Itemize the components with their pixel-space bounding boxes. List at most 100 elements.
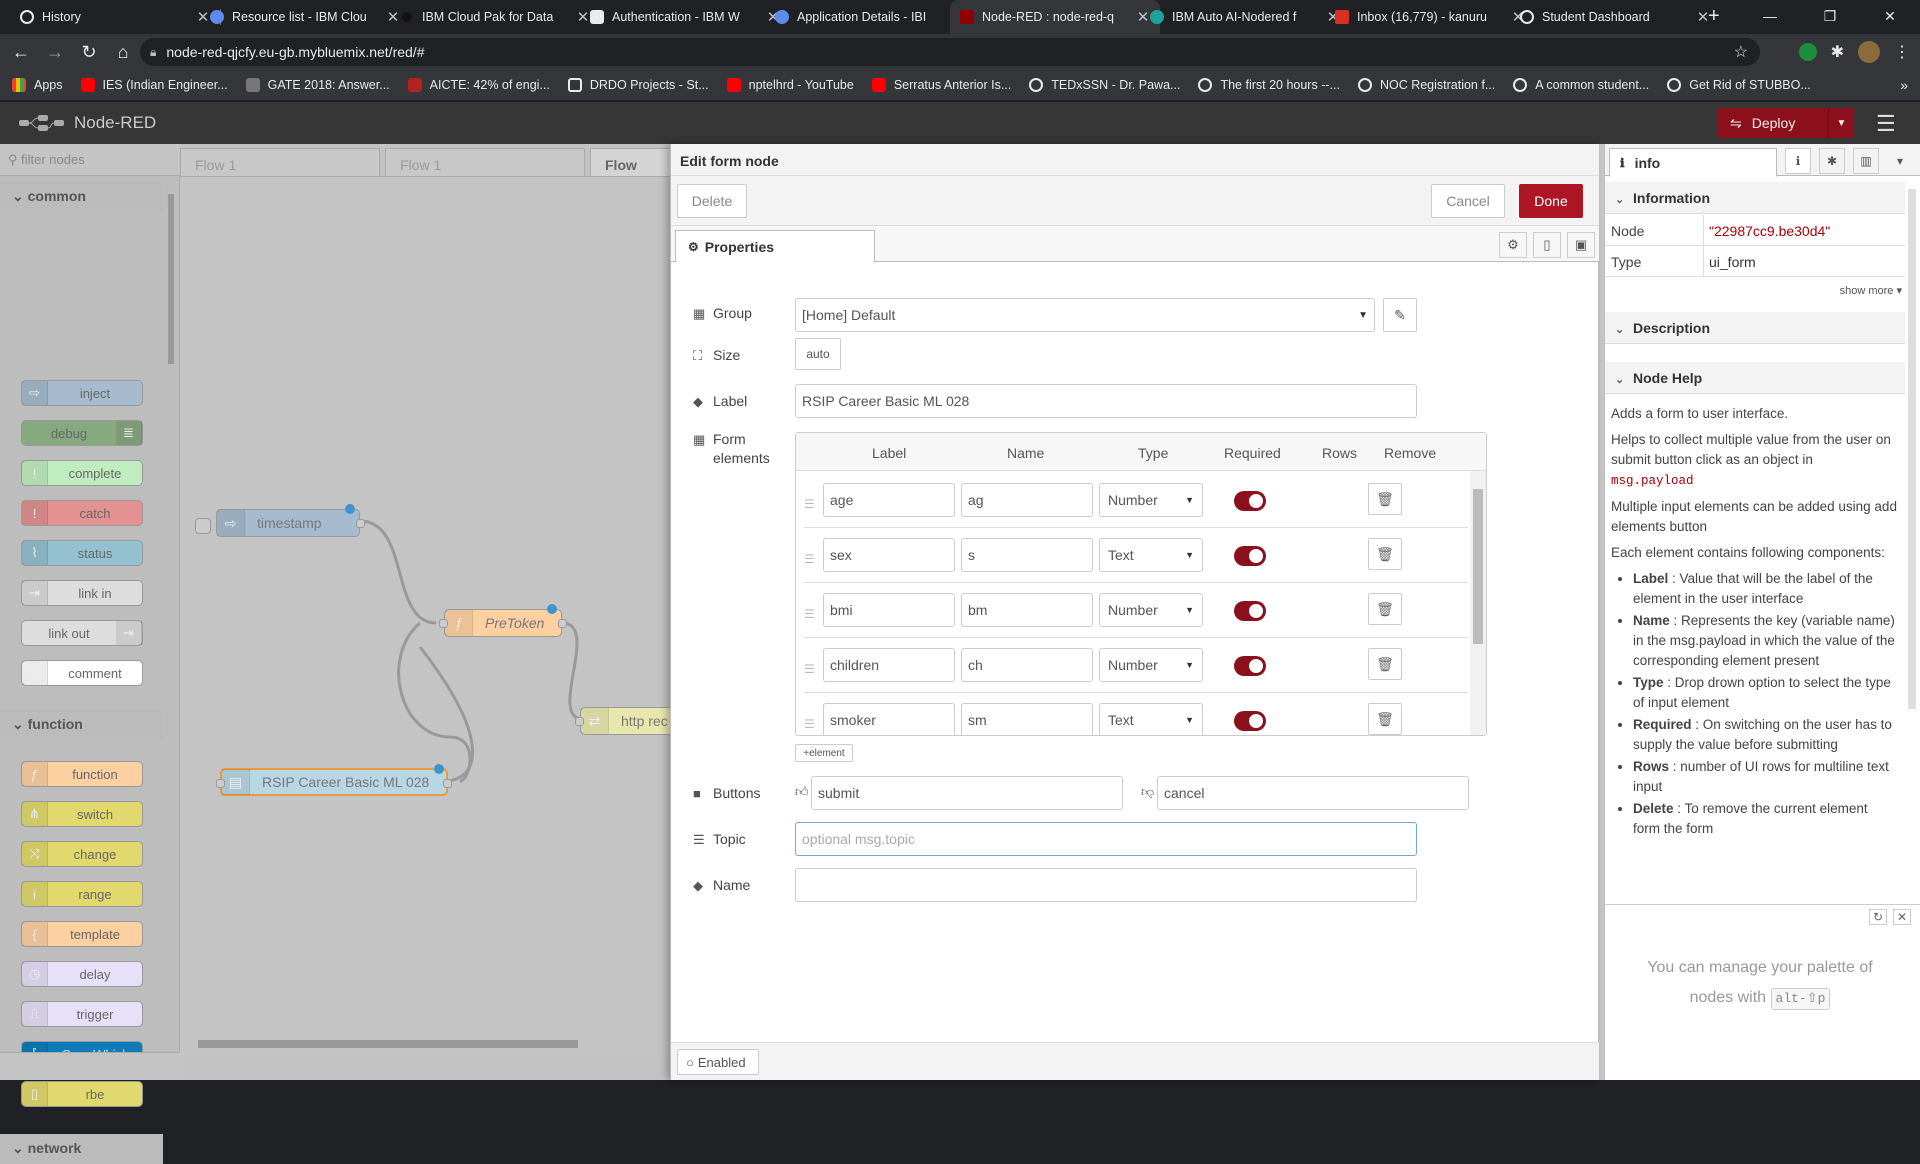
palette-node-status[interactable]: ⌇ status xyxy=(21,540,143,566)
delete-button[interactable]: Delete xyxy=(677,184,747,218)
palette-node-inject[interactable]: ⇨ inject xyxy=(21,380,143,406)
flow-canvas[interactable]: ⇨ timestamp ƒ PreToken ▤ RSIP Career Basic … xyxy=(180,176,700,1056)
label-input[interactable]: RSIP Career Basic ML 028 xyxy=(795,384,1417,418)
submit-button-input[interactable]: submit xyxy=(811,776,1123,810)
flow-node-pretoken[interactable]: ƒ PreToken xyxy=(439,604,567,637)
bookmark-item[interactable]: TEDxSSN - Dr. Pawa... xyxy=(1029,78,1180,92)
element-name-input[interactable]: sm xyxy=(961,703,1093,735)
info-tab-icon[interactable]: ℹ xyxy=(1785,148,1811,174)
drag-handle-icon[interactable]: ☰ xyxy=(804,607,816,621)
reload-icon[interactable]: ↻ xyxy=(76,42,102,63)
address-bar[interactable]: 🔒︎ node-red-qjcfy.eu-gb.mybluemix.net/re… xyxy=(140,38,1760,66)
palette-node-switch[interactable]: ⋔ switch xyxy=(21,801,143,827)
bookmark-apps[interactable]: Apps xyxy=(12,78,63,92)
required-toggle[interactable] xyxy=(1234,711,1266,731)
element-name-input[interactable]: s xyxy=(961,538,1093,572)
bookmark-item[interactable]: IES (Indian Engineer... xyxy=(80,78,228,92)
avatar[interactable] xyxy=(1858,41,1880,63)
restore-icon[interactable]: ❐ xyxy=(1800,0,1860,34)
tab-inbox[interactable]: Inbox (16,779) - kanuru ✕ xyxy=(1325,0,1535,34)
trash-icon[interactable]: 🗑︎ xyxy=(1368,538,1402,570)
drag-handle-icon[interactable]: ☰ xyxy=(804,497,816,511)
element-label-input[interactable]: sex xyxy=(823,538,955,572)
browser-menu-icon[interactable]: ⋮ xyxy=(1894,42,1910,62)
element-type-select[interactable]: Number ▼ xyxy=(1099,483,1203,517)
tab-authentication[interactable]: Authentication - IBM W ✕ xyxy=(580,0,790,34)
back-icon[interactable]: ← xyxy=(8,42,34,63)
element-label-input[interactable]: age xyxy=(823,483,955,517)
palette-category-network[interactable]: ⌄ network xyxy=(0,1134,163,1164)
bookmark-item[interactable]: nptelhrd - YouTube xyxy=(726,78,854,92)
bookmark-item[interactable]: DRDO Projects - St... xyxy=(567,78,709,92)
add-element-button[interactable]: + element xyxy=(795,744,853,762)
sidebar-dropdown-icon[interactable]: ▾ xyxy=(1887,148,1913,174)
topic-input[interactable]: optional msg.topic xyxy=(795,822,1417,856)
bookmark-star-icon[interactable]: ☆ xyxy=(1734,42,1748,62)
tab-student-dashboard[interactable]: Student Dashboard ✕ xyxy=(1510,0,1720,34)
palette-node-change[interactable]: ⤨ change xyxy=(21,841,143,867)
palette-scrollbar[interactable] xyxy=(166,182,176,1042)
bookmark-item[interactable]: Serratus Anterior Is... xyxy=(871,78,1011,92)
palette-node-rbe[interactable]: ▯ rbe xyxy=(21,1081,143,1107)
bookmark-item[interactable]: Get Rid of STUBBO... xyxy=(1667,78,1811,92)
enabled-toggle[interactable]: ○ Enabled xyxy=(677,1049,759,1075)
bookmark-item[interactable]: GATE 2018: Answer... xyxy=(245,78,390,92)
filter-nodes-input[interactable]: ⚲ filter nodes xyxy=(0,144,180,176)
tab-history[interactable]: History ✕ xyxy=(10,0,220,34)
refresh-icon[interactable]: ↻ xyxy=(1868,909,1887,925)
required-toggle[interactable] xyxy=(1234,601,1266,621)
description-icon[interactable]: ▯ xyxy=(1533,232,1561,258)
flow-node-timestamp[interactable]: ⇨ timestamp xyxy=(195,504,365,537)
forward-icon[interactable]: → xyxy=(42,42,68,63)
home-icon[interactable]: ⌂ xyxy=(110,42,136,63)
cancel-button[interactable]: Cancel xyxy=(1431,184,1505,218)
tab-info[interactable]: ℹ info xyxy=(1609,148,1777,177)
size-button[interactable]: auto xyxy=(795,338,841,370)
done-button[interactable]: Done xyxy=(1519,184,1583,218)
name-input[interactable] xyxy=(795,868,1417,902)
element-label-input[interactable]: children xyxy=(823,648,955,682)
form-elements-scrollbar[interactable] xyxy=(1470,471,1486,735)
dashboard-chart-icon[interactable]: ▥ xyxy=(1853,148,1879,174)
tab-properties[interactable]: ⚙ Properties xyxy=(675,230,875,263)
palette-node-range[interactable]: i range xyxy=(21,881,143,907)
element-label-input[interactable]: smoker xyxy=(823,703,955,735)
flow-node-form[interactable]: ▤ RSIP Career Basic ML 028 xyxy=(216,764,452,796)
main-menu-icon[interactable]: ☰ xyxy=(1876,111,1896,137)
trash-icon[interactable]: 🗑︎ xyxy=(1368,593,1402,625)
required-toggle[interactable] xyxy=(1234,546,1266,566)
tab-flow-1b[interactable]: Flow 1 xyxy=(385,148,585,176)
tab-resource-list[interactable]: Resource list - IBM Clou ✕ xyxy=(200,0,410,34)
palette-node-link-in[interactable]: ⇥ link in xyxy=(21,580,143,606)
palette-node-debug[interactable]: debug ≣ xyxy=(21,420,143,446)
grammarly-icon[interactable] xyxy=(1798,43,1817,61)
element-type-select[interactable]: Number ▼ xyxy=(1099,593,1203,627)
element-type-select[interactable]: Text ▼ xyxy=(1099,703,1203,735)
element-type-select[interactable]: Text ▼ xyxy=(1099,538,1203,572)
element-label-input[interactable]: bmi xyxy=(823,593,955,627)
tab-auto-ai[interactable]: IBM Auto AI-Nodered f ✕ xyxy=(1140,0,1350,34)
palette-node-delay[interactable]: ◷ delay xyxy=(21,961,143,987)
palette-node-link-out[interactable]: link out ⇥ xyxy=(21,620,143,646)
palette-node-function[interactable]: ƒ function xyxy=(21,761,143,787)
information-section[interactable]: ⌄ Information xyxy=(1605,182,1905,214)
bookmark-item[interactable]: NOC Registration f... xyxy=(1357,78,1495,92)
element-name-input[interactable]: bm xyxy=(961,593,1093,627)
deploy-button[interactable]: ⇋ Deploy ▼ xyxy=(1718,108,1854,138)
palette-node-template[interactable]: {template xyxy=(21,921,143,947)
new-tab-button[interactable]: + xyxy=(1708,5,1720,28)
palette-category-common[interactable]: ⌄ common xyxy=(0,182,163,212)
settings-gear-icon[interactable]: ⚙ xyxy=(1499,232,1527,258)
bookmark-item[interactable]: AICTE: 42% of engi... xyxy=(407,78,550,92)
trash-icon[interactable]: 🗑︎ xyxy=(1368,703,1402,735)
node-help-section[interactable]: ⌄ Node Help xyxy=(1605,362,1905,394)
element-name-input[interactable]: ch xyxy=(961,648,1093,682)
tab-application-details[interactable]: Application Details - IBI✕ xyxy=(765,0,975,34)
debug-bug-icon[interactable]: ✱ xyxy=(1819,148,1845,174)
trash-icon[interactable]: 🗑︎ xyxy=(1368,483,1402,515)
element-name-input[interactable]: ag xyxy=(961,483,1093,517)
element-type-select[interactable]: Number ▼ xyxy=(1099,648,1203,682)
canvas-horizontal-scrollbar[interactable] xyxy=(180,1036,670,1050)
edit-group-icon[interactable]: ✎ xyxy=(1383,298,1417,332)
required-toggle[interactable] xyxy=(1234,656,1266,676)
